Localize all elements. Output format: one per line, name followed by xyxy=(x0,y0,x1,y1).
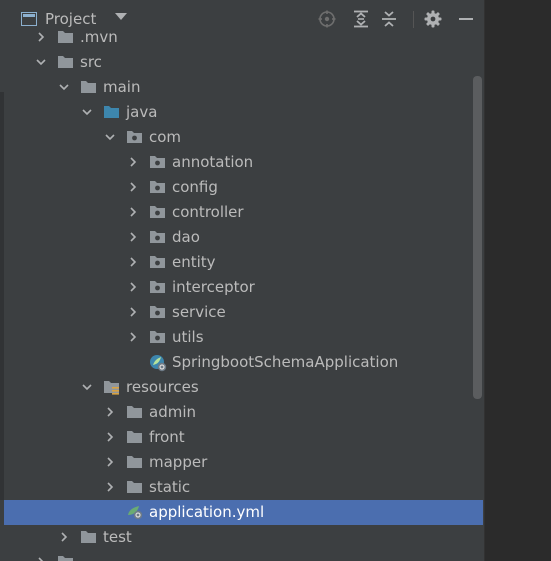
chevron-down-icon[interactable] xyxy=(115,13,127,20)
package-icon xyxy=(149,229,166,245)
chevron-down-icon[interactable] xyxy=(35,56,47,68)
tree-row[interactable]: .mvn xyxy=(4,25,483,50)
tree-row[interactable]: controller xyxy=(4,200,483,225)
tree-row-label: interceptor xyxy=(172,278,255,296)
tree-row[interactable]: service xyxy=(4,300,483,325)
tree-row-label: SpringbootSchemaApplication xyxy=(172,353,399,371)
chevron-right-icon[interactable] xyxy=(35,556,47,561)
chevron-right-icon[interactable] xyxy=(104,431,116,443)
source-folder-icon xyxy=(103,104,120,120)
chevron-right-icon[interactable] xyxy=(127,206,139,218)
tree-row[interactable]: com xyxy=(4,125,483,150)
folder-icon xyxy=(126,454,143,470)
chevron-right-icon[interactable] xyxy=(127,181,139,193)
tree-row[interactable]: resources xyxy=(4,375,483,400)
chevron-down-icon[interactable] xyxy=(81,106,93,118)
chevron-down-icon[interactable] xyxy=(58,81,70,93)
tree-row-label: config xyxy=(172,178,218,196)
tree-row[interactable]: admin xyxy=(4,400,483,425)
tree-row[interactable]: entity xyxy=(4,250,483,275)
folder-icon xyxy=(57,54,74,70)
tree-row[interactable] xyxy=(4,550,483,561)
tree-row[interactable]: src xyxy=(4,50,483,75)
tree-row-label: service xyxy=(172,303,226,321)
chevron-right-icon[interactable] xyxy=(127,256,139,268)
tree-row-label: admin xyxy=(149,403,196,421)
tree-row-label: entity xyxy=(172,253,216,271)
tree-row-label: main xyxy=(103,78,141,96)
chevron-right-icon[interactable] xyxy=(127,306,139,318)
project-panel: Project .mvn src main java com annotation conf… xyxy=(4,0,483,561)
chevron-right-icon[interactable] xyxy=(127,281,139,293)
package-icon xyxy=(149,329,166,345)
tree-row[interactable]: config xyxy=(4,175,483,200)
folder-icon xyxy=(126,429,143,445)
tree-row-label: controller xyxy=(172,203,244,221)
folder-icon xyxy=(80,529,97,545)
chevron-right-icon[interactable] xyxy=(127,231,139,243)
tree-row[interactable]: dao xyxy=(4,225,483,250)
tree-row-label: com xyxy=(149,128,182,146)
folder-icon xyxy=(57,554,74,561)
folder-icon xyxy=(57,29,74,45)
tree-row[interactable]: test xyxy=(4,525,483,550)
tree-row-label: application.yml xyxy=(149,503,265,521)
chevron-down-icon[interactable] xyxy=(81,381,93,393)
package-icon xyxy=(149,204,166,220)
tree-row[interactable]: front xyxy=(4,425,483,450)
folder-icon xyxy=(80,79,97,95)
tree-row[interactable]: utils xyxy=(4,325,483,350)
tree-row[interactable]: java xyxy=(4,100,483,125)
editor-area xyxy=(484,0,551,561)
tree-row-label: .mvn xyxy=(80,28,118,46)
tree-row-label: front xyxy=(149,428,185,446)
tree-row[interactable]: SpringbootSchemaApplication xyxy=(4,350,483,375)
tree-row-label: mapper xyxy=(149,453,208,471)
tree-row-label: annotation xyxy=(172,153,254,171)
package-icon xyxy=(126,129,143,145)
chevron-down-icon[interactable] xyxy=(104,131,116,143)
folder-icon xyxy=(126,479,143,495)
tree-row[interactable]: interceptor xyxy=(4,275,483,300)
package-icon xyxy=(149,179,166,195)
tree-row[interactable]: mapper xyxy=(4,450,483,475)
tree-row[interactable]: static xyxy=(4,475,483,500)
tree-row[interactable]: application.yml xyxy=(4,500,483,525)
chevron-right-icon[interactable] xyxy=(127,331,139,343)
vertical-scrollbar[interactable] xyxy=(473,76,482,399)
chevron-right-icon[interactable] xyxy=(58,531,70,543)
resources-folder-icon xyxy=(103,379,120,395)
chevron-right-icon[interactable] xyxy=(104,406,116,418)
chevron-right-icon[interactable] xyxy=(35,31,47,43)
tree-row[interactable]: annotation xyxy=(4,150,483,175)
folder-icon xyxy=(126,404,143,420)
spring-boot-class-icon xyxy=(149,354,167,372)
chevron-right-icon[interactable] xyxy=(104,481,116,493)
package-icon xyxy=(149,254,166,270)
tree-row-label: utils xyxy=(172,328,204,346)
spring-yml-icon xyxy=(126,504,143,520)
tree-row-label: dao xyxy=(172,228,200,246)
tree-row[interactable]: main xyxy=(4,75,483,100)
tree-row-label: java xyxy=(126,103,158,121)
tree-row-label: test xyxy=(103,528,132,546)
tree-row-label: resources xyxy=(126,378,199,396)
package-icon xyxy=(149,304,166,320)
chevron-right-icon[interactable] xyxy=(127,156,139,168)
package-icon xyxy=(149,154,166,170)
tree-row-label: src xyxy=(80,53,102,71)
chevron-right-icon[interactable] xyxy=(104,456,116,468)
package-icon xyxy=(149,279,166,295)
project-window-icon xyxy=(21,12,37,26)
tree-row-label: static xyxy=(149,478,191,496)
